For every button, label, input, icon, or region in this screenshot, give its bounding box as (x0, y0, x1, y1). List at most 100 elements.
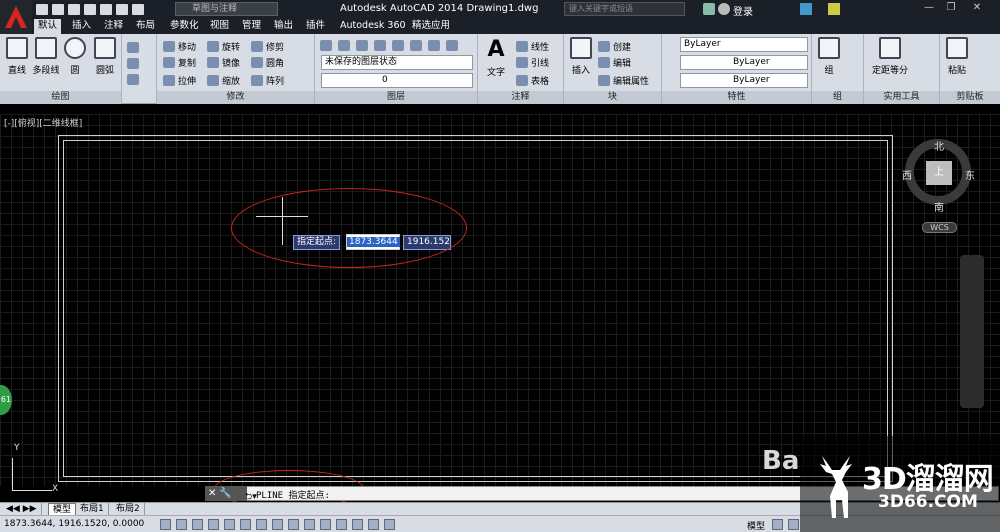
region-button[interactable] (127, 71, 142, 87)
compass-north[interactable]: 北 (934, 138, 944, 153)
annotation-panel-label[interactable]: 注释 (478, 91, 563, 104)
compass-south[interactable]: 南 (934, 199, 944, 214)
snap-mode-icon[interactable] (176, 519, 187, 530)
table-button[interactable]: 表格 (516, 72, 549, 88)
utilities-panel-label[interactable]: 实用工具 (864, 91, 939, 104)
quick-view-drawings-icon[interactable] (788, 519, 799, 530)
viewcube-top-face[interactable]: 上 (926, 161, 952, 185)
leader-button[interactable]: 引线 (516, 54, 549, 70)
edit-block-button[interactable]: 编辑 (598, 54, 631, 70)
tab-default[interactable]: 默认 (34, 19, 62, 34)
stretch-button[interactable]: 拉伸 (163, 72, 196, 88)
rectangle-button[interactable] (127, 39, 142, 55)
layer-icon[interactable] (392, 39, 404, 51)
layer-icon[interactable] (338, 39, 350, 51)
close-icon[interactable]: ✕ (208, 488, 216, 499)
current-layer-select[interactable]: 0 (321, 73, 473, 88)
annotation-monitor-icon[interactable] (384, 519, 395, 530)
login-button[interactable]: 登录 (733, 3, 753, 18)
quick-properties-icon[interactable] (352, 519, 363, 530)
paste-button[interactable]: 粘贴 (942, 37, 972, 76)
tab-plugins[interactable]: 插件 (302, 19, 329, 34)
workspace-select[interactable]: 草图与注释 (175, 2, 278, 16)
layer-icon[interactable] (428, 39, 440, 51)
rotate-button[interactable]: 旋转 (207, 38, 240, 54)
autocad-logo-icon[interactable] (0, 0, 32, 34)
draw-panel-label[interactable]: 绘图 (0, 91, 121, 104)
block-panel-label[interactable]: 块 (564, 91, 661, 104)
scale-button[interactable]: 缩放 (207, 72, 240, 88)
3d-object-snap-icon[interactable] (256, 519, 267, 530)
color-select[interactable]: ByLayer (680, 37, 808, 52)
save-as-icon[interactable] (84, 3, 96, 15)
polar-tracking-icon[interactable] (224, 519, 235, 530)
layer-icon[interactable] (356, 39, 368, 51)
help-icon[interactable] (828, 3, 840, 15)
layer-icon[interactable] (446, 39, 458, 51)
create-block-button[interactable]: 创建 (598, 38, 631, 54)
tab-featured-apps[interactable]: 精选应用 (408, 19, 454, 34)
layer-properties-icon[interactable] (320, 39, 332, 51)
layer-icon[interactable] (374, 39, 386, 51)
undo-icon[interactable] (116, 3, 128, 15)
layer-icon[interactable] (410, 39, 422, 51)
linetype-select[interactable]: ByLayer (680, 55, 808, 70)
lineweight-icon[interactable] (320, 519, 331, 530)
transparency-icon[interactable] (336, 519, 347, 530)
properties-panel-label[interactable]: 特性 (662, 91, 811, 104)
insert-block-button[interactable]: 插入 (566, 37, 596, 76)
tab-insert[interactable]: 插入 (68, 19, 95, 34)
ortho-mode-icon[interactable] (208, 519, 219, 530)
quick-view-layouts-icon[interactable] (772, 519, 783, 530)
layers-panel-label[interactable]: 图层 (315, 91, 477, 104)
wrench-icon[interactable]: 🔧 (219, 488, 231, 499)
mirror-button[interactable]: 镜像 (207, 54, 240, 70)
arc-button[interactable]: 圆弧 (90, 37, 120, 76)
redo-icon[interactable] (132, 3, 144, 15)
plot-icon[interactable] (100, 3, 112, 15)
group-button[interactable]: 组 (814, 37, 844, 76)
wcs-menu[interactable]: WCS (922, 222, 957, 233)
tab-layout[interactable]: 布局 (132, 19, 159, 34)
restore-button[interactable]: ❐ (942, 2, 960, 15)
copy-button[interactable]: 复制 (163, 54, 196, 70)
selection-cycling-icon[interactable] (368, 519, 379, 530)
layer-state-select[interactable]: 未保存的图层状态 (321, 55, 473, 70)
search-icon[interactable] (703, 3, 715, 15)
polyline-button[interactable]: 多段线 (31, 37, 61, 76)
save-icon[interactable] (68, 3, 80, 15)
modify-panel-label[interactable]: 修改 (157, 91, 314, 104)
edit-attributes-button[interactable]: 编辑属性 (598, 72, 649, 88)
close-button[interactable]: ✕ (968, 2, 986, 15)
model-space-button[interactable]: 模型 (747, 519, 765, 532)
fillet-button[interactable]: 圆角 (251, 54, 284, 70)
infer-constraints-icon[interactable] (160, 519, 171, 530)
object-snap-tracking-icon[interactable] (272, 519, 283, 530)
dynamic-ucs-icon[interactable] (288, 519, 299, 530)
exchange-icon[interactable] (800, 3, 812, 15)
text-button[interactable]: A 文字 (481, 37, 511, 78)
compass-west[interactable]: 西 (902, 167, 912, 182)
search-input[interactable]: 键入关键字或短语 (564, 2, 685, 16)
measure-button[interactable]: 定距等分 (868, 37, 912, 76)
open-icon[interactable] (52, 3, 64, 15)
viewport-controls-label[interactable]: [-][俯视][二维线框] (4, 116, 82, 129)
tab-parametric[interactable]: 参数化 (166, 19, 203, 34)
tab-annotate[interactable]: 注释 (100, 19, 127, 34)
line-button[interactable]: 直线 (2, 37, 32, 76)
tab-view[interactable]: 视图 (206, 19, 233, 34)
navigation-bar[interactable] (960, 255, 984, 408)
dynamic-input-icon[interactable] (304, 519, 315, 530)
hatch-button[interactable] (127, 55, 142, 71)
clipboard-panel-label[interactable]: 剪贴板 (940, 91, 1000, 104)
lineweight-select[interactable]: ByLayer (680, 73, 808, 88)
circle-button[interactable]: 圆 (60, 37, 90, 76)
move-button[interactable]: 移动 (163, 38, 196, 54)
new-icon[interactable] (36, 3, 48, 15)
tab-a360[interactable]: Autodesk 360 (336, 19, 410, 34)
groups-panel-label[interactable]: 组 (812, 91, 863, 104)
user-icon[interactable] (718, 3, 730, 15)
array-button[interactable]: 阵列 (251, 72, 284, 88)
compass-east[interactable]: 东 (965, 167, 975, 182)
object-snap-icon[interactable] (240, 519, 251, 530)
